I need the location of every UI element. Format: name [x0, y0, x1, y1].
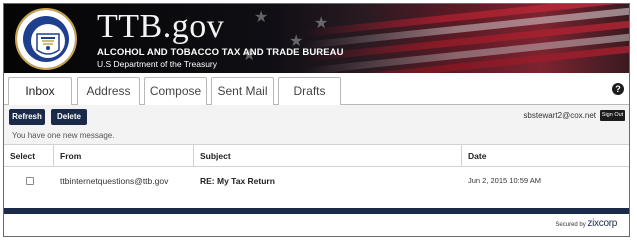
site-title: TTB.gov — [97, 8, 225, 45]
refresh-button[interactable]: Refresh — [9, 109, 45, 125]
tab-drafts[interactable]: Drafts — [278, 77, 341, 105]
message-from[interactable]: ttbinternetquestions@ttb.gov — [60, 167, 194, 195]
header-banner: ★ ★ ★ ★ TTB.gov ALCOHOL AND TOBACCO TAX … — [4, 4, 629, 73]
toolbar: Refresh Delete You have one new message.… — [4, 105, 629, 145]
footer-bar — [4, 208, 629, 214]
row-select-checkbox[interactable] — [26, 177, 34, 185]
treasury-seal-icon — [15, 8, 77, 70]
zixcorp-logo: zixcorp — [587, 218, 617, 229]
column-header-select: Select — [4, 145, 54, 167]
delete-button[interactable]: Delete — [51, 109, 87, 125]
secured-by-badge: Secured by zixcorp — [555, 218, 617, 231]
tab-sent-mail[interactable]: Sent Mail — [211, 77, 274, 105]
tab-compose[interactable]: Compose — [144, 77, 207, 105]
new-message-notice: You have one new message. — [12, 131, 115, 140]
star-icon: ★ — [314, 15, 329, 32]
department-name: U.S Department of the Treasury — [97, 59, 217, 69]
sign-out-button[interactable]: Sign Out — [600, 110, 625, 121]
column-header-from[interactable]: From — [54, 145, 194, 167]
bureau-name: ALCOHOL AND TOBACCO TAX AND TRADE BUREAU — [97, 47, 344, 58]
column-header-subject[interactable]: Subject — [194, 145, 462, 167]
message-table: Select From Subject Date ttbinternetques… — [4, 145, 629, 195]
webmail-window: ★ ★ ★ ★ TTB.gov ALCOHOL AND TOBACCO TAX … — [3, 3, 630, 237]
message-subject[interactable]: RE: My Tax Return — [200, 167, 462, 195]
table-header: Select From Subject Date — [4, 145, 629, 167]
tab-address[interactable]: Address — [77, 77, 140, 105]
user-email: sbstewart2@cox.net — [523, 111, 596, 120]
column-header-date[interactable]: Date — [462, 145, 629, 167]
table-row[interactable]: ttbinternetquestions@ttb.gov RE: My Tax … — [4, 167, 629, 195]
help-icon[interactable]: ? — [612, 83, 624, 95]
tab-bar: Inbox Address Compose Sent Mail Drafts ? — [4, 73, 629, 106]
star-icon: ★ — [254, 9, 269, 26]
tab-inbox[interactable]: Inbox — [8, 77, 72, 106]
message-date: Jun 2, 2015 10:59 AM — [468, 176, 541, 185]
secured-by-label: Secured by — [555, 222, 586, 228]
